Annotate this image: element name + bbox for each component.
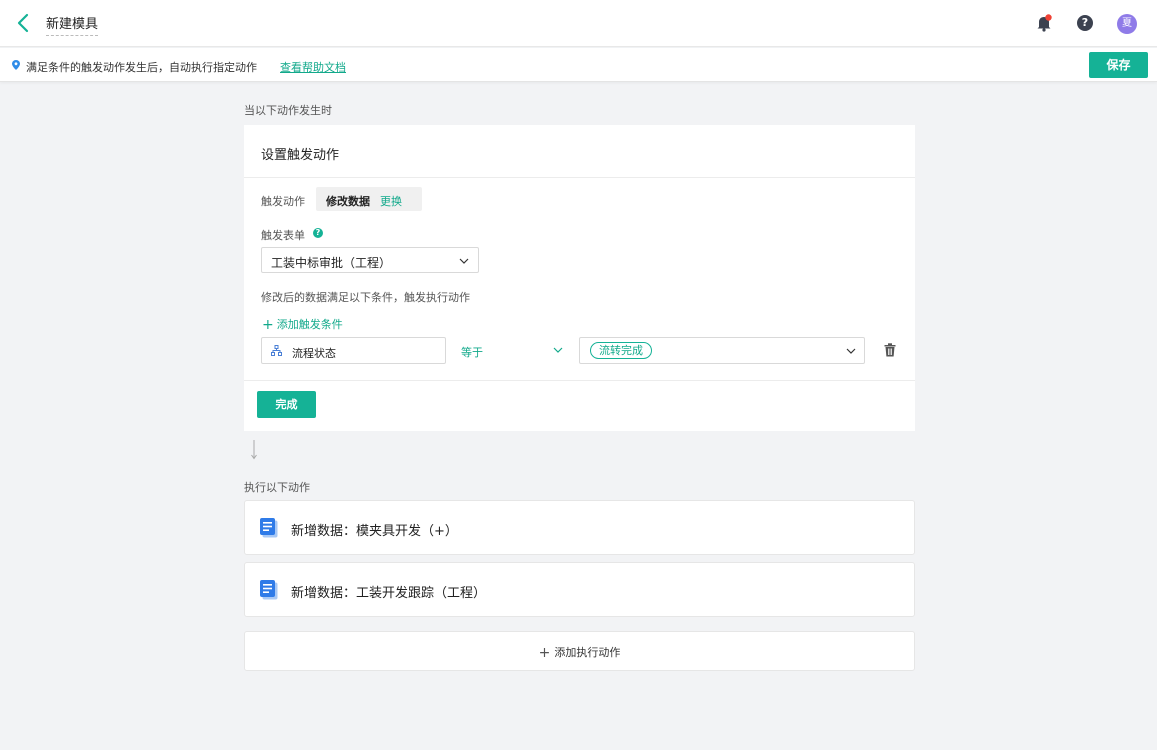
save-button[interactable]: 保存 [1089,52,1148,78]
question-icon[interactable]: ? [313,228,323,238]
help-doc-link[interactable]: 查看帮助文档 [280,59,346,75]
add-exec-action-button[interactable]: + 添加执行动作 [244,631,915,671]
add-exec-action-label: 添加执行动作 [554,646,621,659]
add-condition-label: 添加触发条件 [276,318,343,331]
add-condition-button[interactable]: + 添加触发条件 [262,316,343,333]
exec-action-card[interactable]: 新增数据：工装开发跟踪（工程） [244,562,915,617]
trigger-action-box: 修改数据 更换 [316,187,422,211]
trigger-form-select[interactable]: 工装中标审批（工程） [261,247,479,273]
trigger-form-value: 工装中标审批（工程） [271,256,392,270]
trash-icon[interactable] [884,343,896,357]
divider [244,380,915,381]
hierarchy-icon [271,345,282,356]
trigger-section-label: 当以下动作发生时 [244,104,332,117]
add-exec-action-inner: + 添加执行动作 [245,644,914,661]
document-icon [260,518,278,538]
document-icon [260,580,278,600]
exec-action-card[interactable]: 新增数据：模夹具开发（+） [244,500,915,555]
condition-field-text: 流程状态 [292,347,336,360]
exec-action-text: 新增数据：模夹具开发（+） [291,524,458,539]
trigger-card: 设置触发动作 触发动作 修改数据 更换 触发表单 ? 工装中标审批（工程） 修改… [244,125,915,431]
trigger-card-title: 设置触发动作 [244,125,915,178]
plus-icon: + [262,317,274,333]
condition-hint: 修改后的数据满足以下条件，触发执行动作 [261,291,470,304]
condition-value-tag: 流转完成 [590,342,652,359]
info-bar: 满足条件的触发动作发生后，自动执行指定动作 查看帮助文档 [0,48,1157,82]
arrow-down-icon [251,440,257,460]
trigger-action-value: 修改数据 [326,195,370,208]
page-title[interactable]: 新建模具 [46,13,99,36]
chevron-down-icon [459,258,469,264]
exec-action-text: 新增数据：工装开发跟踪（工程） [291,586,487,601]
pin-icon [12,60,20,70]
condition-value-select[interactable]: 流转完成 [579,337,865,364]
exec-section-label: 执行以下动作 [244,481,310,494]
condition-field-input[interactable]: 流程状态 [261,337,446,364]
trigger-form-label: 触发表单 [261,229,305,242]
condition-operator[interactable]: 等于 [461,344,483,360]
done-button[interactable]: 完成 [257,391,316,418]
operator-chevron-icon[interactable] [553,347,563,353]
change-action-link[interactable]: 更换 [380,193,402,209]
info-text: 满足条件的触发动作发生后，自动执行指定动作 [26,61,257,74]
top-bar: 新建模具 [0,0,1157,47]
chevron-down-icon [846,348,856,354]
bell-icon[interactable] [1036,14,1052,32]
avatar[interactable]: 夏 [1117,14,1137,34]
trigger-action-label: 触发动作 [261,195,305,208]
plus-icon: + [538,645,551,661]
help-icon[interactable]: ? [1077,15,1093,31]
back-icon[interactable] [14,12,34,34]
